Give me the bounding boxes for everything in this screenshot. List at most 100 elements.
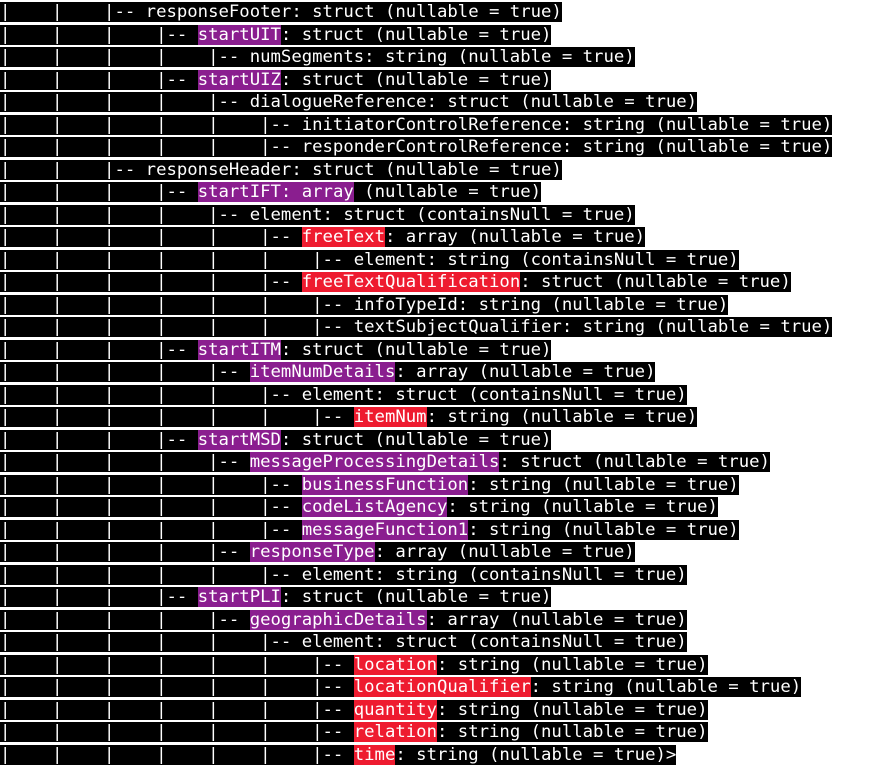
schema-line: | | | | | | |-- relation: string (nullab…: [0, 721, 708, 743]
highlighted-field-red: itemNum: [353, 407, 427, 427]
highlighted-field-purple: geographicDetails: [249, 609, 427, 630]
schema-line: | | | | | | |-- location: string (nullab…: [0, 654, 708, 676]
schema-line: | | | | | |-- freeTextQualification: str…: [0, 271, 791, 293]
schema-text: | | | | |--: [0, 542, 250, 562]
highlighted-field-purple: businessFunction: [301, 474, 469, 495]
schema-line: | | | |-- startPLI: struct (nullable = t…: [0, 586, 552, 608]
highlighted-field-purple: startUIT: [197, 24, 281, 45]
schema-text: : string (nullable = true): [468, 519, 739, 540]
schema-text: | | | |--: [0, 69, 198, 90]
schema-line: | | | |-- startUIZ: struct (nullable = t…: [0, 69, 552, 91]
highlighted-field-purple: responseType: [249, 542, 375, 562]
highlighted-field-red: freeText: [301, 227, 385, 247]
schema-text: | | | | | | |--: [0, 722, 354, 742]
schema-line: | | | | | | |-- locationQualifier: strin…: [0, 676, 802, 698]
schema-text: | | | | | |--: [0, 227, 302, 247]
schema-text: | | |-- responseHeader: struct (nullable…: [0, 159, 562, 180]
schema-text: | | | | |--: [0, 452, 250, 472]
schema-line: | | |-- responseHeader: struct (nullable…: [0, 159, 562, 181]
highlighted-field-red: freeTextQualification: [301, 272, 521, 292]
schema-text: (nullable = true): [353, 182, 542, 202]
schema-text: : struct (nullable = true): [280, 69, 552, 90]
highlighted-field-purple: startUIZ: [197, 69, 281, 90]
schema-text: | | | | |--: [0, 362, 250, 382]
schema-text: : string (nullable = true): [530, 677, 802, 697]
schema-text: : array (nullable = true): [395, 362, 656, 382]
schema-line: | | | | | | |-- itemNum: string (nullabl…: [0, 406, 698, 428]
schema-text: : string (nullable = true)>: [395, 744, 677, 765]
highlighted-field-red: time: [353, 744, 396, 765]
schema-text: | | | | | | |-- textSubjectQualifier: st…: [0, 317, 833, 337]
schema-text: | | | |--: [0, 24, 198, 45]
schema-line: | | | | |-- messageProcessingDetails: st…: [0, 451, 770, 473]
schema-line: | | | | | |-- businessFunction: string (…: [0, 474, 739, 496]
schema-text: | | | | |-- element: struct (containsNul…: [0, 204, 635, 225]
highlighted-field-purple: startIFT: array: [197, 182, 354, 202]
schema-text: | | | | | | |--: [0, 699, 354, 720]
schema-line: | | | | |-- numSegments: string (nullabl…: [0, 46, 635, 68]
schema-text: | | | | | |--: [0, 272, 302, 292]
schema-text: : struct (nullable = true): [280, 429, 552, 450]
schema-text: | | | |--: [0, 182, 198, 202]
schema-text: | | | | | |--: [0, 497, 302, 517]
schema-text: | | | | | |-- responderControlReference:…: [0, 137, 833, 157]
schema-text: : array (nullable = true): [384, 227, 646, 247]
schema-text: : string (nullable = true): [436, 722, 708, 742]
schema-text: | | | | | |--: [0, 519, 302, 540]
schema-text: | | | | | |-- element: struct (containsN…: [0, 632, 687, 652]
schema-text: | | | | |--: [0, 609, 250, 630]
schema-text: | | | | | | |--: [0, 744, 354, 765]
schema-line: | | | | | | |-- element: string (contain…: [0, 249, 739, 271]
schema-text: : struct (nullable = true): [280, 24, 552, 45]
schema-text: | | | | | |-- element: struct (containsN…: [0, 384, 687, 405]
schema-text: : array (nullable = true): [426, 609, 687, 630]
schema-line: | | | |-- startIFT: array (nullable = tr…: [0, 181, 542, 203]
schema-text: : string (nullable = true): [447, 497, 718, 517]
highlighted-field-purple: startPLI: [197, 587, 281, 607]
schema-text: | | | |--: [0, 429, 198, 450]
schema-line: | | | | |-- responseType: array (nullabl…: [0, 541, 635, 563]
schema-line: | | | | | |-- freeText: array (nullable …: [0, 226, 646, 248]
schema-line: | | | | | |-- responderControlReference:…: [0, 136, 833, 158]
schema-line: | | | | | |-- initiatorControlReference:…: [0, 114, 833, 136]
highlighted-field-purple: codeListAgency: [301, 497, 448, 517]
schema-text: | | | | | |-- element: string (containsN…: [0, 564, 687, 585]
schema-line: | | | | |-- dialogueReference: struct (n…: [0, 91, 698, 113]
schema-text: | | | | |-- dialogueReference: struct (n…: [0, 92, 698, 112]
schema-text: : struct (nullable = true): [280, 339, 552, 360]
schema-line: | | | | | | |-- textSubjectQualifier: st…: [0, 316, 833, 338]
schema-text: : string (nullable = true): [468, 474, 739, 495]
schema-line: | | | | | |-- messageFunction1: string (…: [0, 519, 739, 541]
schema-line: | | | | | |-- codeListAgency: string (nu…: [0, 496, 718, 518]
schema-line: | | | | | |-- element: struct (containsN…: [0, 384, 687, 406]
schema-text: | | | | |-- numSegments: string (nullabl…: [0, 47, 635, 67]
schema-text: | | | | | | |-- infoTypeId: string (null…: [0, 294, 729, 315]
schema-text: | | | | | | |--: [0, 677, 354, 697]
highlighted-field-red: location: [353, 654, 437, 675]
schema-line: | | | | | | |-- time: string (nullable =…: [0, 744, 677, 766]
highlighted-field-purple: itemNumDetails: [249, 362, 396, 382]
schema-text: | | | | | | |--: [0, 654, 354, 675]
schema-text: : struct (nullable = true): [520, 272, 791, 292]
schema-text: | | | | | |--: [0, 474, 302, 495]
schema-text: : struct (nullable = true): [280, 587, 552, 607]
highlighted-field-purple: messageFunction1: [301, 519, 469, 540]
schema-line: | | | | | | |-- quantity: string (nullab…: [0, 699, 708, 721]
highlighted-field-purple: startMSD: [197, 429, 281, 450]
schema-text: | | | |--: [0, 587, 198, 607]
schema-text: : string (nullable = true): [436, 699, 708, 720]
schema-line: | | | | |-- geographicDetails: array (nu…: [0, 609, 687, 631]
schema-line: | | | | |-- itemNumDetails: array (nulla…: [0, 361, 656, 383]
schema-text: | | | | | | |-- element: string (contain…: [0, 249, 739, 270]
schema-text: | | | | | |-- initiatorControlReference:…: [0, 114, 833, 135]
schema-text: : struct (nullable = true): [499, 452, 770, 472]
schema-line: | | | |-- startITM: struct (nullable = t…: [0, 339, 552, 361]
highlighted-field-red: locationQualifier: [353, 677, 531, 697]
highlighted-field-red: quantity: [353, 699, 437, 720]
schema-line: | | | |-- startMSD: struct (nullable = t…: [0, 429, 552, 451]
schema-text: | | | |--: [0, 339, 198, 360]
schema-line: | | | | | |-- element: string (containsN…: [0, 564, 687, 586]
schema-text: | | |-- responseFooter: struct (nullable…: [0, 2, 562, 22]
schema-line: | | | | | | |-- infoTypeId: string (null…: [0, 294, 729, 316]
schema-text: | | | | | | |--: [0, 407, 354, 427]
